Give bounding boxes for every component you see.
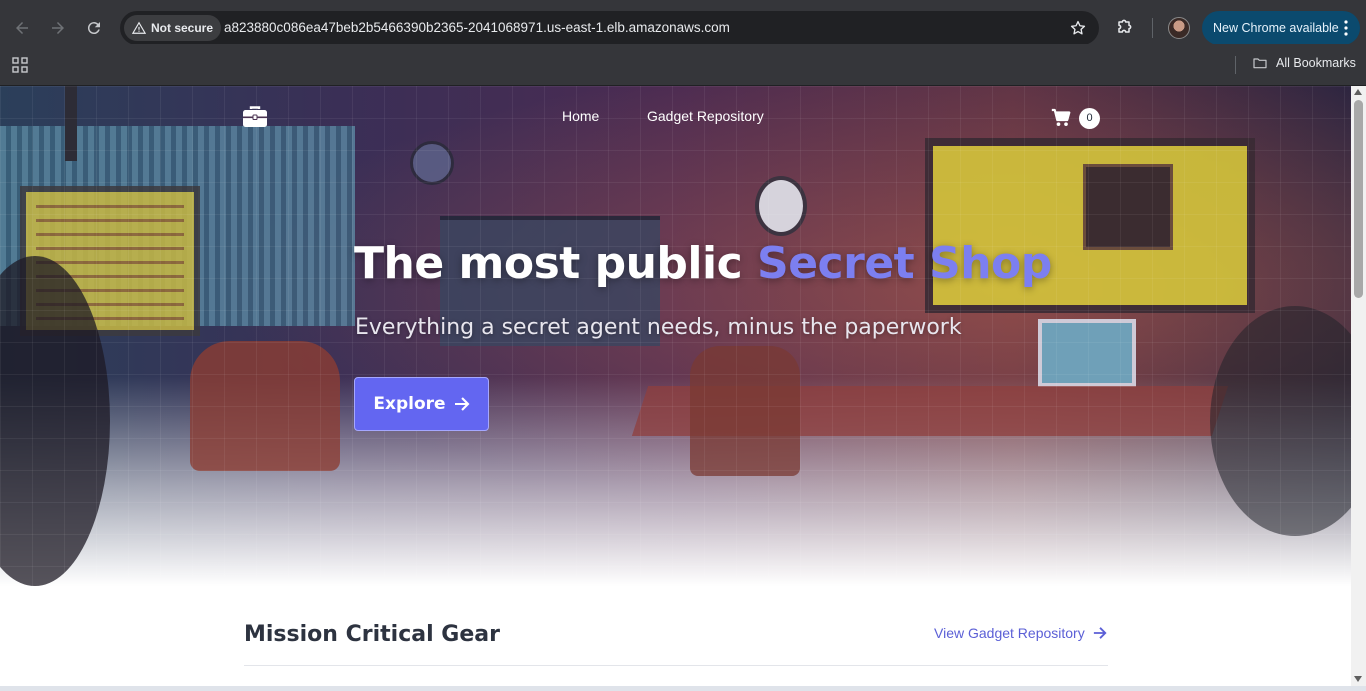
- more-vert-icon[interactable]: [1344, 20, 1348, 36]
- address-bar[interactable]: Not secure a823880c086ea47beb2b5466390b2…: [120, 11, 1099, 45]
- window-bottom-edge: [0, 686, 1366, 691]
- puzzle-icon[interactable]: [1114, 17, 1134, 37]
- all-bookmarks-button[interactable]: All Bookmarks: [1252, 55, 1356, 71]
- toolbar-divider: [1152, 18, 1153, 38]
- page-viewport: Home Gadget Repository 0 The most public…: [0, 86, 1351, 686]
- briefcase-icon[interactable]: [242, 105, 268, 129]
- scroll-down-arrow-icon[interactable]: [1354, 676, 1362, 682]
- update-chrome-button[interactable]: New Chrome available: [1202, 11, 1360, 45]
- update-label: New Chrome available: [1213, 21, 1339, 35]
- url-text[interactable]: a823880c086ea47beb2b5466390b2365-2041068…: [224, 11, 730, 45]
- explore-button-label: Explore: [373, 394, 446, 414]
- profile-avatar[interactable]: [1168, 17, 1190, 39]
- section-title: Mission Critical Gear: [244, 622, 500, 647]
- security-label: Not secure: [151, 21, 214, 35]
- star-icon[interactable]: [1069, 19, 1087, 37]
- scroll-up-arrow-icon[interactable]: [1354, 89, 1362, 95]
- bookmarks-divider: [1235, 56, 1236, 74]
- nav-link-gadget-repository[interactable]: Gadget Repository: [647, 108, 764, 124]
- view-gadget-repository-link[interactable]: View Gadget Repository: [934, 625, 1107, 641]
- view-gadget-repository-label: View Gadget Repository: [934, 625, 1085, 641]
- cart-count-badge[interactable]: 0: [1079, 108, 1100, 129]
- cart-icon[interactable]: [1051, 108, 1071, 127]
- all-bookmarks-label: All Bookmarks: [1276, 56, 1356, 70]
- explore-button[interactable]: Explore: [354, 377, 489, 431]
- arrow-right-icon: [454, 397, 470, 411]
- hero-title: The most public Secret Shop: [354, 238, 1052, 289]
- apps-grid-icon[interactable]: [12, 57, 28, 73]
- reload-icon: [87, 22, 100, 35]
- nav-link-home[interactable]: Home: [562, 108, 599, 124]
- hero-title-main: The most public: [354, 238, 757, 289]
- page-scrollbar[interactable]: [1351, 86, 1366, 686]
- arrow-left-icon: [16, 22, 28, 34]
- security-chip[interactable]: Not secure: [124, 15, 222, 41]
- bookmarks-bar: [0, 44, 1366, 86]
- arrow-right-icon: [52, 22, 64, 34]
- warning-icon: [132, 21, 146, 34]
- arrow-right-icon: [1093, 627, 1107, 639]
- reload-button[interactable]: [80, 14, 108, 42]
- scrollbar-thumb[interactable]: [1354, 100, 1363, 298]
- folder-icon: [1253, 58, 1267, 69]
- forward-button[interactable]: [44, 14, 72, 42]
- hero-subtitle: Everything a secret agent needs, minus t…: [355, 315, 962, 340]
- section-divider: [244, 665, 1108, 666]
- site-navbar: Home Gadget Repository 0: [0, 86, 1351, 150]
- back-button[interactable]: [8, 14, 36, 42]
- hero-title-accent: Secret Shop: [757, 238, 1052, 289]
